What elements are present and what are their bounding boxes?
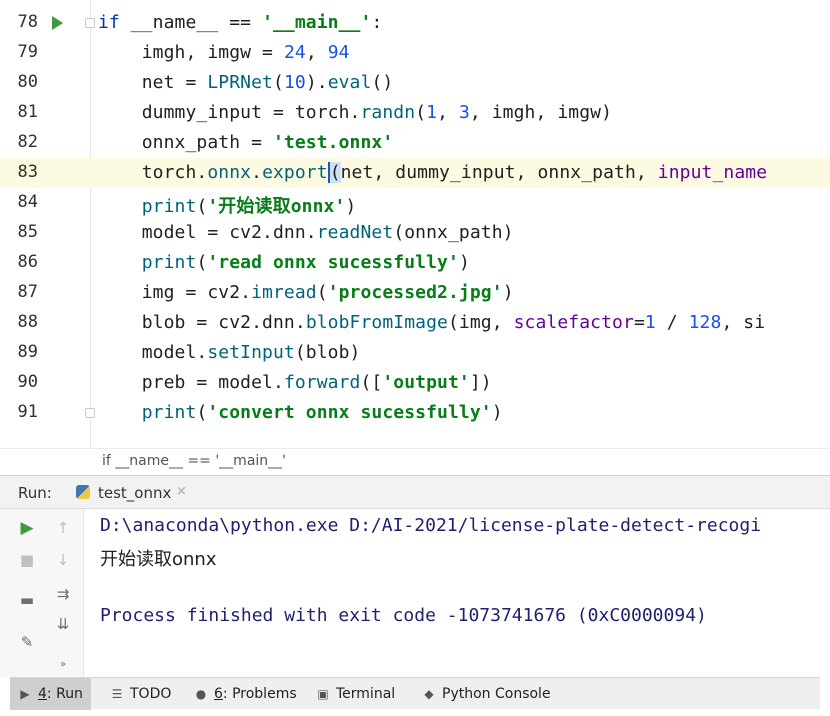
tool-tab-label: TODO xyxy=(130,686,172,702)
console-line-exit: Process finished with exit code -1073741… xyxy=(100,605,707,626)
code-line-88[interactable]: 88 blob = cv2.dnn.blobFromImage(img, sca… xyxy=(0,308,830,338)
line-number: 89 xyxy=(17,342,38,362)
code-text: model = cv2.dnn.readNet(onnx_path) xyxy=(98,222,514,243)
code-line-84[interactable]: 84 print('开始读取onnx') xyxy=(0,188,830,218)
code-text: model.setInput(blob) xyxy=(98,342,361,363)
line-number: 86 xyxy=(17,252,38,272)
code-line-91[interactable]: 91 print('convert onnx sucessfully') xyxy=(0,398,830,428)
code-text: blob = cv2.dnn.blobFromImage(img, scalef… xyxy=(98,312,766,333)
code-text: print('read onnx sucessfully') xyxy=(141,252,470,273)
code-line-83-current[interactable]: 83 torch.onnx.export (net, dummy_input, o… xyxy=(0,158,830,188)
info-icon: ● xyxy=(195,687,207,701)
fold-end-icon[interactable] xyxy=(85,408,95,418)
tool-tab-problems[interactable]: ● 6: Problems xyxy=(186,678,305,710)
console-line-output: 开始读取onnx xyxy=(100,549,217,570)
console-output[interactable]: D:\anaconda\python.exe D:/AI-2021/licens… xyxy=(100,509,830,677)
more-icon[interactable]: » xyxy=(52,653,74,675)
line-number: 81 xyxy=(17,102,38,122)
code-line-89[interactable]: 89 model.setInput(blob) xyxy=(0,338,830,368)
stop-button[interactable]: ■ xyxy=(16,549,38,571)
terminal-icon: ▣ xyxy=(317,687,329,701)
soft-wrap-icon[interactable]: ⇉ xyxy=(52,583,74,605)
run-panel-header: Run: test_onnx × xyxy=(0,475,830,509)
breadcrumb[interactable]: if __name__ == '__main__' xyxy=(0,448,830,474)
code-text: print('convert onnx sucessfully') xyxy=(141,402,503,423)
fold-icon[interactable] xyxy=(85,18,95,28)
down-arrow-icon[interactable]: ↓ xyxy=(52,549,74,571)
scroll-to-end-icon[interactable]: ⇊ xyxy=(52,613,74,635)
tool-tab-label: 4: Run xyxy=(38,686,83,702)
line-number: 88 xyxy=(17,312,38,332)
tool-tab-label: Terminal xyxy=(336,686,396,702)
up-arrow-icon[interactable]: ↑ xyxy=(52,517,74,539)
line-number: 84 xyxy=(17,192,38,212)
breadcrumb-item[interactable]: if __name__ == '__main__' xyxy=(102,453,286,469)
line-number: 91 xyxy=(17,402,38,422)
code-text: dummy_input = torch.randn(1, 3, imgh, im… xyxy=(98,102,613,123)
code-text: img = cv2.imread('processed2.jpg') xyxy=(98,282,514,303)
code-line-79[interactable]: 79 imgh, imgw = 24, 94 xyxy=(0,38,830,68)
code-text: print('开始读取onnx') xyxy=(141,196,357,217)
code-line-78[interactable]: 78 if __name__ == '__main__': xyxy=(0,8,830,38)
line-number: 87 xyxy=(17,282,38,302)
tool-tab-terminal[interactable]: ▣ Terminal xyxy=(308,678,403,710)
line-number: 82 xyxy=(17,132,38,152)
code-line-80[interactable]: 80 net = LPRNet(10).eval() xyxy=(0,68,830,98)
pin-icon[interactable]: ✎ xyxy=(16,631,38,653)
code-text: if __name__ == '__main__': xyxy=(98,12,383,33)
run-toolbar: ▶ ↑ ■ ↓ ▬ ⇉ ⇊ ✎ » xyxy=(0,509,84,677)
list-icon: ☰ xyxy=(111,687,123,701)
code-line-86[interactable]: 86 print('read onnx sucessfully') xyxy=(0,248,830,278)
code-editor[interactable]: 78 if __name__ == '__main__': 79 imgh, i… xyxy=(0,0,830,448)
line-number: 79 xyxy=(17,42,38,62)
line-number: 85 xyxy=(17,222,38,242)
tool-tab-python-console[interactable]: ◆ Python Console xyxy=(414,678,559,710)
tool-tab-run[interactable]: ▶ 4: Run xyxy=(10,678,91,710)
run-gutter-icon[interactable] xyxy=(52,16,63,30)
run-panel-body: ▶ ↑ ■ ↓ ▬ ⇉ ⇊ ✎ » D:\anaconda\python.exe… xyxy=(0,509,830,677)
play-icon: ▶ xyxy=(20,687,30,701)
code-text: torch.onnx.export (net, dummy_input, onnx… xyxy=(98,162,768,183)
rerun-button[interactable]: ▶ xyxy=(16,517,38,539)
code-line-87[interactable]: 87 img = cv2.imread('processed2.jpg') xyxy=(0,278,830,308)
code-text: imgh, imgw = 24, 94 xyxy=(98,42,350,63)
console-line-command: D:\anaconda\python.exe D:/AI-2021/licens… xyxy=(100,515,762,536)
close-icon[interactable]: × xyxy=(176,484,187,499)
python-file-icon xyxy=(76,485,90,499)
run-tab-label: test_onnx xyxy=(98,484,172,502)
code-line-81[interactable]: 81 dummy_input = torch.randn(1, 3, imgh,… xyxy=(0,98,830,128)
code-text: onnx_path = 'test.onnx' xyxy=(98,132,394,153)
run-tab-test-onnx[interactable]: test_onnx × xyxy=(72,480,187,506)
line-number: 80 xyxy=(17,72,38,92)
code-line-85[interactable]: 85 model = cv2.dnn.readNet(onnx_path) xyxy=(0,218,830,248)
code-text: preb = model.forward(['output']) xyxy=(98,372,492,393)
layout-icon[interactable]: ▬ xyxy=(16,589,38,611)
code-line-82[interactable]: 82 onnx_path = 'test.onnx' xyxy=(0,128,830,158)
code-line-90[interactable]: 90 preb = model.forward(['output']) xyxy=(0,368,830,398)
python-icon: ◆ xyxy=(424,687,434,701)
line-number: 78 xyxy=(17,12,38,32)
tool-window-bar: ▶ 4: Run ☰ TODO ● 6: Problems ▣ Terminal… xyxy=(10,677,820,710)
tool-tab-label: 6: Problems xyxy=(214,686,297,702)
line-number: 90 xyxy=(17,372,38,392)
line-number: 83 xyxy=(17,162,38,182)
text-caret: ( xyxy=(327,162,341,183)
tool-tab-todo[interactable]: ☰ TODO xyxy=(102,678,179,710)
run-label: Run: xyxy=(18,484,52,502)
tool-tab-label: Python Console xyxy=(442,686,551,702)
code-text: net = LPRNet(10).eval() xyxy=(98,72,394,93)
